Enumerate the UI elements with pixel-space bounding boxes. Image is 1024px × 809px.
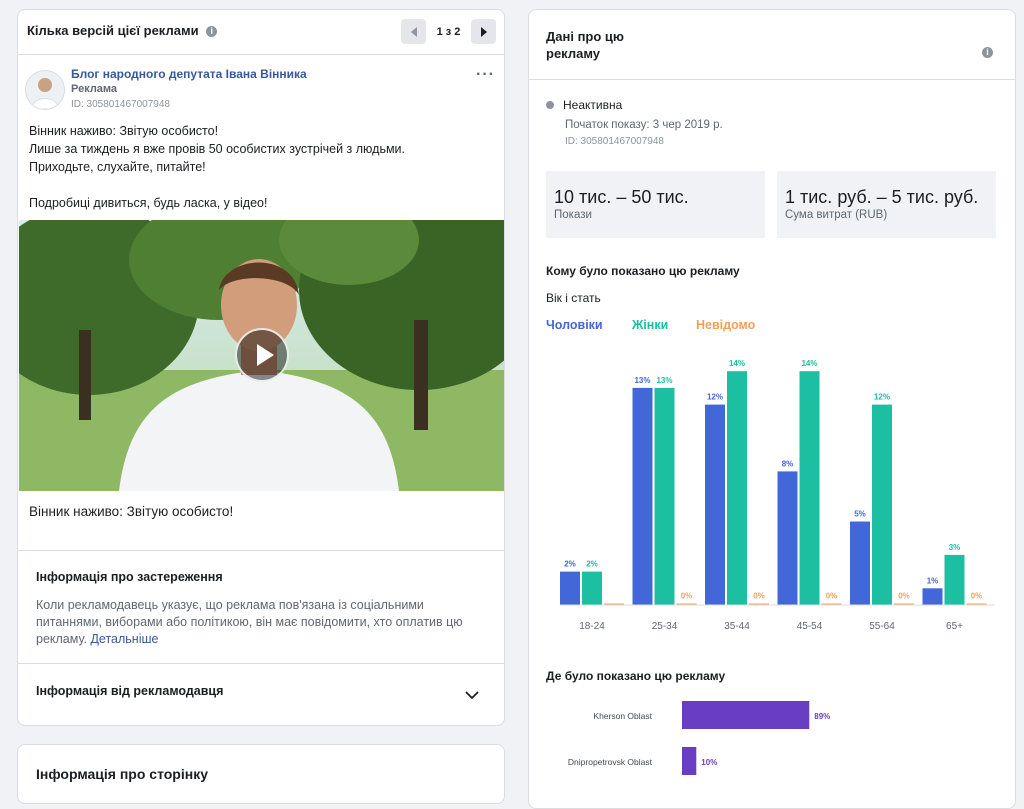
divider <box>529 79 1015 80</box>
data-label: 2% <box>564 560 576 569</box>
age-gender-subtitle: Вік і стать <box>546 291 601 305</box>
data-label: 1% <box>927 576 939 585</box>
disclaimer-text: Коли рекламодавець указує, що реклама по… <box>36 598 463 646</box>
bar-45-54-men[interactable] <box>777 471 798 605</box>
version-pager: 1 з 2 <box>401 19 496 44</box>
bar-55-64-women[interactable] <box>872 404 892 605</box>
chevron-left-icon <box>410 26 417 37</box>
disclaimer-title: Інформація про застереження <box>36 570 223 584</box>
data-label: 12% <box>707 393 723 402</box>
data-label: 14% <box>801 359 817 368</box>
advertiser-name-link[interactable]: Блог народного депутата Івана Вінника <box>71 67 307 81</box>
ad-video[interactable] <box>19 220 504 491</box>
advertiser-avatar[interactable] <box>25 70 65 110</box>
age-tick-label: 25-34 <box>652 621 678 632</box>
start-date: Початок показу: 3 чер 2019 р. <box>565 119 723 131</box>
info-icon[interactable]: i <box>206 26 218 38</box>
bar-65+-women[interactable] <box>944 554 965 605</box>
ad-text-line-2: Лише за тиждень я вже провів 50 особисти… <box>29 142 406 156</box>
data-label: 2% <box>586 560 598 569</box>
impressions-card: 10 тис. – 50 тис. Покази <box>546 171 765 238</box>
age-tick-label: 35-44 <box>724 621 750 632</box>
data-label: 8% <box>782 459 794 468</box>
bar-18-24-women[interactable] <box>582 571 602 605</box>
bar-35-44-women[interactable] <box>727 371 747 605</box>
bar-55-64-men[interactable] <box>850 521 870 606</box>
age-tick-label: 18-24 <box>579 621 605 632</box>
region-bar[interactable] <box>682 747 697 775</box>
region-bar[interactable] <box>682 701 810 729</box>
version-counter: 1 з 2 <box>436 25 461 38</box>
legend-women[interactable]: Жінки <box>632 318 668 332</box>
divider <box>18 663 504 664</box>
regions-title: Де було показано цю рекламу <box>546 669 726 683</box>
status-text: Неактивна <box>563 98 623 112</box>
data-label: 12% <box>874 393 890 402</box>
region-label: Dnipropetrovsk Oblast <box>568 757 653 767</box>
legend-unknown[interactable]: Невідомо <box>696 318 755 332</box>
spend-value: 1 тис. руб. – 5 тис. руб. <box>785 187 979 207</box>
bar-65+-men[interactable] <box>922 588 943 605</box>
age-gender-chart: 2% 2% 18-24 13% 13% 0% 25-34 12% 14% 0% 35-44 8% 14%… <box>560 359 995 632</box>
data-label: 3% <box>949 543 961 552</box>
region-label: Kherson Oblast <box>593 711 652 721</box>
details-title-line-2: рекламу <box>546 46 600 61</box>
data-label: 0% <box>753 592 765 601</box>
spend-card: 1 тис. руб. – 5 тис. руб. Сума витрат (R… <box>777 171 996 238</box>
ad-id: ID: 305801467007948 <box>71 99 170 110</box>
versions-title: Кілька версій цієї реклами i <box>27 23 218 38</box>
next-version-button[interactable] <box>471 19 496 44</box>
video-caption: Вінник наживо: Звітую особисто! <box>29 504 234 519</box>
bar-25-34-women[interactable] <box>654 387 675 605</box>
bar-18-24-men[interactable] <box>560 571 580 605</box>
spend-label: Сума витрат (RUB) <box>785 209 888 221</box>
chevron-right-icon <box>480 26 487 37</box>
impressions-label: Покази <box>554 209 592 221</box>
data-label: 0% <box>971 592 983 601</box>
data-label: 14% <box>729 359 745 368</box>
divider <box>18 550 504 551</box>
more-options-icon[interactable]: ··· <box>476 66 495 84</box>
legend-men[interactable]: Чоловіки <box>546 318 603 332</box>
status-dot <box>546 101 554 109</box>
info-icon[interactable]: i <box>982 47 993 58</box>
learn-more-link[interactable]: Детальніше <box>90 632 158 646</box>
ad-text-line-4: Подробиці дивиться, будь ласка, у відео! <box>29 196 268 210</box>
bar-35-44-men[interactable] <box>705 404 725 605</box>
data-label: 0% <box>826 592 838 601</box>
avatar-image <box>26 71 64 109</box>
bar-25-34-men[interactable] <box>632 387 653 605</box>
region-chart: Kherson Oblast 89% Dnipropetrovsk Oblast 10… <box>568 701 830 775</box>
ad-text-line-1: Вінник наживо: Звітую особисто! <box>29 124 219 138</box>
region-value-label: 10% <box>701 758 717 767</box>
data-label: 13% <box>634 376 650 385</box>
play-button[interactable] <box>235 328 289 382</box>
data-label: 5% <box>854 510 866 519</box>
ad-id: ID: 305801467007948 <box>565 136 664 147</box>
divider <box>18 54 504 55</box>
bar-45-54-women[interactable] <box>799 371 820 605</box>
data-label: 13% <box>656 376 672 385</box>
details-title-line-1: Дані про цю <box>546 29 625 44</box>
sponsored-label: Реклама <box>71 83 118 95</box>
page-info-title[interactable]: Інформація про сторінку <box>36 766 208 782</box>
chevron-down-icon[interactable] <box>465 691 479 700</box>
data-label: 0% <box>898 592 910 601</box>
prev-version-button[interactable] <box>401 19 426 44</box>
age-tick-label: 45-54 <box>797 621 823 632</box>
region-value-label: 89% <box>814 712 830 721</box>
audience-title: Кому було показано цю рекламу <box>546 264 740 278</box>
impressions-value: 10 тис. – 50 тис. <box>554 187 689 207</box>
data-label: 0% <box>681 592 693 601</box>
age-tick-label: 55-64 <box>869 621 895 632</box>
advertiser-info-toggle[interactable]: Інформація від рекламодавця <box>36 684 223 698</box>
age-tick-label: 65+ <box>946 621 963 632</box>
ad-text-line-3: Приходьте, слухайте, питайте! <box>29 160 206 174</box>
